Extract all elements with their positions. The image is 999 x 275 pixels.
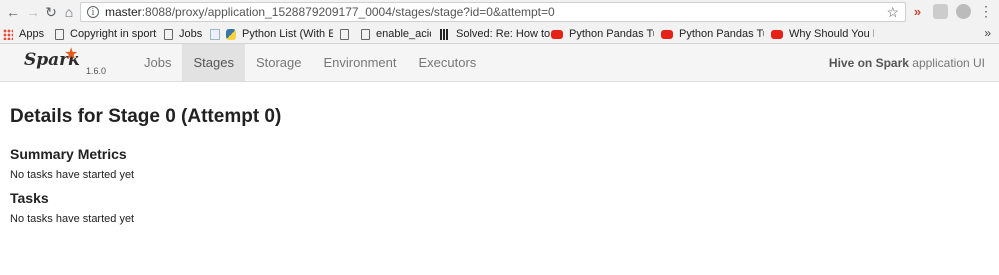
spark-version: 1.6.0 [86, 66, 107, 76]
extension-pdf-icon[interactable] [933, 4, 948, 19]
page-title: Details for Stage 0 (Attempt 0) [10, 106, 282, 127]
spark-navbar: Spark ★ 1.6.0 Jobs Stages Storage Enviro… [0, 44, 999, 82]
spark-nav-tabs: Jobs Stages Storage Environment Executor… [133, 44, 487, 82]
summary-metrics-text: No tasks have started yet [10, 169, 135, 181]
youtube-icon [771, 29, 783, 39]
document-icon [361, 28, 370, 40]
tab-executors[interactable]: Executors [407, 44, 487, 81]
bookmark-label: Python Pandas Tutor [569, 28, 654, 40]
bookmark-label: Solved: Re: How to n [456, 28, 555, 40]
application-title: Hive on Spark application UI [829, 56, 985, 70]
document-icon [210, 28, 220, 40]
url-path: :8088/proxy/application_1528879209177_00… [141, 5, 555, 19]
bookmark-solved[interactable]: Solved: Re: How to n [440, 27, 555, 41]
bookmark-label: enable_acid1 [376, 28, 431, 40]
apps-grid-icon [3, 28, 13, 40]
url-text: master:8088/proxy/application_1528879209… [105, 5, 555, 19]
youtube-icon [661, 29, 673, 39]
bookmark-label: Jobs [179, 28, 203, 40]
back-arrow-icon[interactable]: ← [2, 1, 24, 23]
bookmark-pandas-2[interactable]: Python Pandas Tutor [661, 27, 764, 41]
tasks-text: No tasks have started yet [10, 213, 135, 225]
python-icon [226, 28, 236, 40]
extension-gray-icon[interactable] [956, 4, 971, 19]
bookmark-jobs[interactable]: Jobs [164, 27, 204, 41]
tab-environment[interactable]: Environment [313, 44, 408, 81]
tab-jobs[interactable]: Jobs [133, 44, 182, 81]
app-name: Hive on Spark [828, 56, 909, 70]
url-host: master [105, 5, 142, 19]
bookmark-why-should[interactable]: Why Should You Lea [771, 27, 874, 41]
bookmark-label: Copyright in sports a [70, 28, 157, 40]
tab-stages[interactable]: Stages [182, 44, 245, 81]
home-icon[interactable]: ⌂ [58, 1, 80, 23]
bookmark-pandas-1[interactable]: Python Pandas Tutor [551, 27, 654, 41]
tab-storage[interactable]: Storage [245, 44, 313, 81]
bookmark-star-icon[interactable]: ☆ [886, 4, 899, 21]
app-name-suffix: application UI [908, 56, 985, 70]
extension-icons: » ⋮ [910, 4, 993, 19]
bookmark-enable-acid[interactable]: enable_acid1 [361, 27, 431, 41]
bookmark-blank[interactable] [340, 27, 354, 41]
address-bar[interactable]: i master:8088/proxy/application_15288792… [80, 2, 906, 22]
bookmarks-overflow-chevron-icon[interactable]: » [984, 26, 991, 40]
spark-star-icon: ★ [64, 46, 79, 63]
bookmarks-bar: Apps Copyright in sports a Jobs Python L… [0, 25, 999, 44]
bookmark-python-list[interactable]: Python List (With Exa [210, 27, 333, 41]
bookmark-label: Why Should You Lea [789, 28, 874, 40]
summary-metrics-heading: Summary Metrics [10, 146, 127, 162]
document-icon [340, 28, 349, 40]
bookmark-label: Python Pandas Tutor [679, 28, 764, 40]
extension-arrows-icon[interactable]: » [910, 4, 925, 19]
site-info-icon[interactable]: i [87, 6, 99, 18]
bookmark-copyright[interactable]: Copyright in sports a [55, 27, 157, 41]
tasks-heading: Tasks [10, 190, 49, 206]
document-icon [164, 28, 173, 40]
signal-bars-icon [440, 28, 450, 40]
browser-toolbar: ← → ↻ ⌂ i master:8088/proxy/application_… [0, 0, 999, 25]
page-icon [55, 28, 64, 40]
bookmark-label: Apps [19, 28, 45, 40]
bookmark-label: Python List (With Exa [242, 28, 333, 40]
menu-kebab-icon[interactable]: ⋮ [979, 4, 993, 19]
bookmark-apps[interactable]: Apps [3, 27, 48, 41]
youtube-icon [551, 29, 563, 39]
